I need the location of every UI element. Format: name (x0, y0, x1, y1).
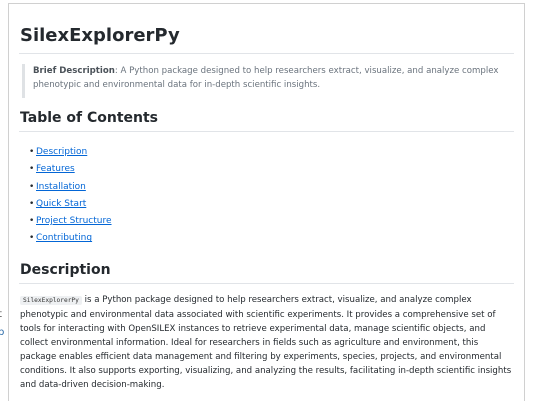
readme-panel: SilexExplorerPy Brief Description: A Pyt… (8, 3, 525, 401)
description-heading: Description (20, 262, 111, 278)
toc-link-description[interactable]: Description (36, 147, 87, 157)
toc-item: • Features (29, 164, 75, 175)
toc-item: • Installation (29, 181, 86, 192)
toc-link-features[interactable]: Features (36, 164, 75, 174)
toc-heading: Table of Contents (20, 110, 159, 126)
toc-link-quick-start[interactable]: Quick Start (36, 199, 86, 209)
toc-item: • Project Structure (29, 216, 112, 227)
package-name-code: SilexExplorerPy (20, 296, 82, 305)
toc-divider (19, 131, 514, 132)
clipped-edge-text: t (0, 309, 2, 320)
brief-description-blockquote: Brief Description: A Python package desi… (22, 64, 514, 98)
toc-item: • Contributing (29, 233, 93, 244)
description-text: is a Python package designed to help res… (20, 295, 512, 390)
description-divider (19, 283, 514, 284)
toc-link-installation[interactable]: Installation (36, 182, 86, 192)
toc-item: • Quick Start (29, 198, 87, 209)
clipped-edge-link[interactable]: p (0, 327, 4, 338)
brief-description-label: Brief Description (33, 66, 115, 76)
toc-link-project-structure[interactable]: Project Structure (36, 216, 112, 226)
description-paragraph: SilexExplorerPy is a Python package desi… (20, 293, 516, 392)
toc-item: • Description (29, 147, 88, 157)
title-divider (19, 53, 514, 54)
toc-link-contributing[interactable]: Contributing (36, 233, 92, 243)
page-title: SilexExplorerPy (20, 25, 180, 46)
toc-list: • Description • Features • Installation • Qu… (29, 144, 112, 248)
